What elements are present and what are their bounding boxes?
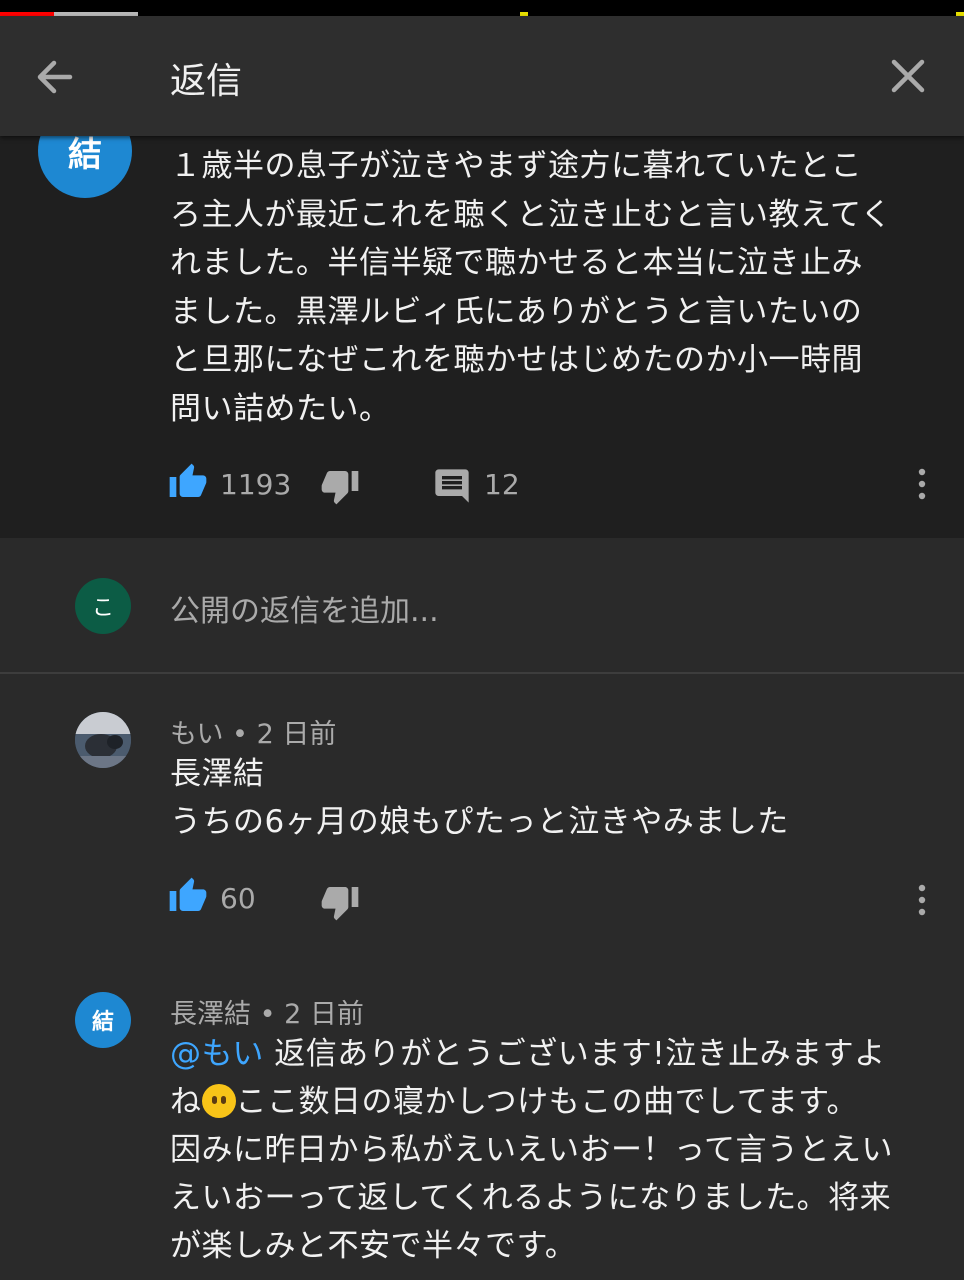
like-button[interactable] <box>168 462 208 502</box>
meta-separator: • <box>223 719 257 750</box>
replies-header: 返信 <box>0 16 964 136</box>
more-button[interactable] <box>912 880 932 920</box>
thumbs-up-icon <box>169 877 207 911</box>
comment-line: と旦那になぜこれを聴かせはじめたのか小一時間 <box>170 342 863 378</box>
dislike-button[interactable] <box>320 882 360 922</box>
reply-line-text: 返信ありがとうございます!泣き止みますよ <box>263 1036 886 1072</box>
meta-separator: • <box>251 999 285 1030</box>
reply-meta: もい • 2 日前 <box>170 712 336 751</box>
reply-line: 因みに昨日から私がえいえいおー！って言うとえい <box>170 1132 893 1168</box>
reply-button[interactable] <box>432 466 472 506</box>
close-button[interactable] <box>880 54 936 100</box>
arrow-left-icon <box>37 60 73 94</box>
comment-text: １歳半の息子が泣きやまず途方に暮れていたとこ ろ主人が最近これを聴くと泣き止むと… <box>170 142 930 433</box>
comment-line: ました。黒澤ルビィ氏にありがとうと言いたいの <box>170 293 863 330</box>
more-button[interactable] <box>912 464 932 504</box>
reply-author[interactable]: もい <box>170 719 223 750</box>
reply-text: 長澤結 うちの6ヶ月の娘もぴたっと泣きやみました <box>170 750 930 846</box>
reply-input[interactable]: 公開の返信を追加... <box>170 586 439 630</box>
comment-line: 問い詰めたい。 <box>170 390 391 427</box>
avatar-photo-icon <box>75 712 131 768</box>
mention-link[interactable]: @もい <box>170 1036 264 1072</box>
thumbs-up-icon <box>169 463 207 497</box>
reply-time: 2 日前 <box>256 719 337 750</box>
thumbs-down-icon <box>321 471 359 505</box>
video-progress-bar <box>0 0 964 16</box>
reply-line: ねここ数日の寝かしつけもこの曲でしてます。 <box>170 1078 930 1126</box>
avatar[interactable]: 結 <box>38 136 132 198</box>
like-count: 1193 <box>220 468 292 501</box>
reply-line: が楽しみと不安で半々です。 <box>170 1228 577 1264</box>
close-icon <box>891 59 925 93</box>
like-button[interactable] <box>168 876 208 916</box>
reply-author[interactable]: 長澤結 <box>170 999 251 1030</box>
reply-time: 2 日前 <box>284 999 364 1030</box>
no-mouth-emoji-icon <box>201 1084 236 1118</box>
reply-text: @もい 返信ありがとうございます!泣き止みますよ ねここ数日の寝かしつけもこの曲… <box>170 1030 930 1270</box>
reply-line-text: ね <box>170 1084 202 1120</box>
parent-comment: 結 １歳半の息子が泣きやまず途方に暮れていたとこ ろ主人が最近これを聴くと泣き止… <box>0 136 964 538</box>
dislike-button[interactable] <box>320 466 360 506</box>
comment-icon <box>435 469 469 503</box>
avatar[interactable] <box>75 712 131 768</box>
reply-meta: 長澤結 • 2 日前 <box>170 992 364 1031</box>
reply-count: 12 <box>484 468 520 501</box>
comment-line: ろ主人が最近これを聴くと泣き止むと言い教えてく <box>170 196 893 233</box>
comment-line: れました。半信半疑で聴かせると本当に泣き止み <box>170 245 863 281</box>
more-vertical-icon <box>918 884 926 916</box>
thumbs-down-icon <box>321 887 359 921</box>
like-count: 60 <box>220 882 256 915</box>
avatar: こ <box>75 578 131 634</box>
reply-line: 長澤結 <box>170 756 265 792</box>
avatar[interactable]: 結 <box>75 992 131 1048</box>
back-button[interactable] <box>30 54 82 100</box>
reply-line: えいおーって返してくれるようになりました。将来 <box>170 1180 892 1216</box>
reply-line: うちの6ヶ月の娘もぴたっと泣きやみました <box>170 804 789 840</box>
more-vertical-icon <box>918 468 926 500</box>
page-title: 返信 <box>170 61 243 102</box>
comment-line: １歳半の息子が泣きやまず途方に暮れていたとこ <box>170 148 863 184</box>
reply-line: @もい 返信ありがとうございます!泣き止みますよ <box>170 1030 930 1078</box>
reply-line-text: ここ数日の寝かしつけもこの曲でしてます。 <box>235 1084 859 1120</box>
add-reply-box[interactable]: こ 公開の返信を追加... <box>0 538 964 674</box>
